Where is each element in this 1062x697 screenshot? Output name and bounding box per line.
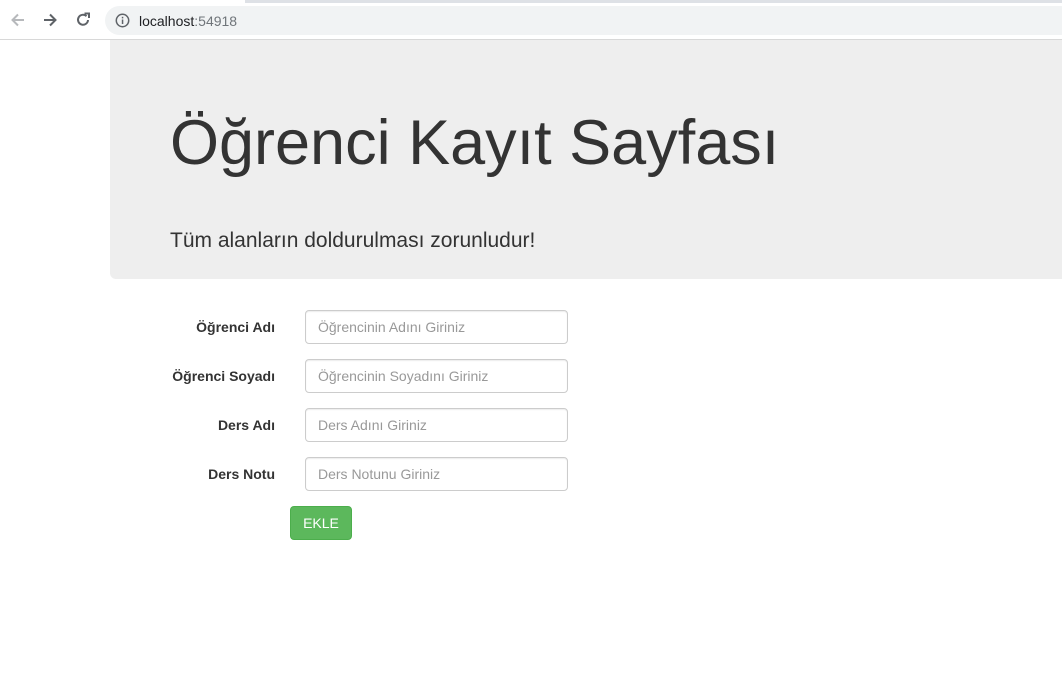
address-bar[interactable]: localhost:54918	[105, 6, 1062, 35]
reload-icon[interactable]	[71, 8, 95, 32]
browser-toolbar: localhost:54918	[0, 0, 1062, 40]
student-name-input[interactable]	[305, 310, 568, 344]
url-port: :54918	[194, 13, 238, 29]
student-name-label: Öğrenci Adı	[196, 319, 275, 335]
url-host: localhost	[139, 13, 195, 29]
active-tab-edge	[0, 0, 245, 3]
url-text: localhost:54918	[139, 13, 237, 29]
form-row-student-name: Öğrenci Adı	[0, 310, 600, 344]
course-name-label: Ders Adı	[217, 417, 275, 433]
course-name-input[interactable]	[305, 408, 568, 442]
page-title: Öğrenci Kayıt Sayfası	[170, 108, 780, 178]
back-arrow-icon[interactable]	[6, 8, 30, 32]
forward-arrow-icon[interactable]	[38, 8, 62, 32]
tab-strip-edge	[0, 0, 1062, 3]
form-row-student-surname: Öğrenci Soyadı	[0, 359, 600, 393]
info-icon[interactable]	[115, 13, 130, 28]
student-surname-input[interactable]	[305, 359, 568, 393]
course-grade-input[interactable]	[305, 457, 568, 491]
form-row-course-name: Ders Adı	[0, 408, 600, 442]
student-surname-label: Öğrenci Soyadı	[172, 368, 275, 384]
jumbotron-header: Öğrenci Kayıt Sayfası Tüm alanların dold…	[110, 40, 1062, 279]
add-button[interactable]: EKLE	[290, 506, 352, 540]
page-subtitle: Tüm alanların doldurulması zorunludur!	[170, 229, 536, 252]
course-grade-label: Ders Notu	[208, 466, 275, 482]
form-row-course-grade: Ders Notu	[0, 457, 600, 491]
